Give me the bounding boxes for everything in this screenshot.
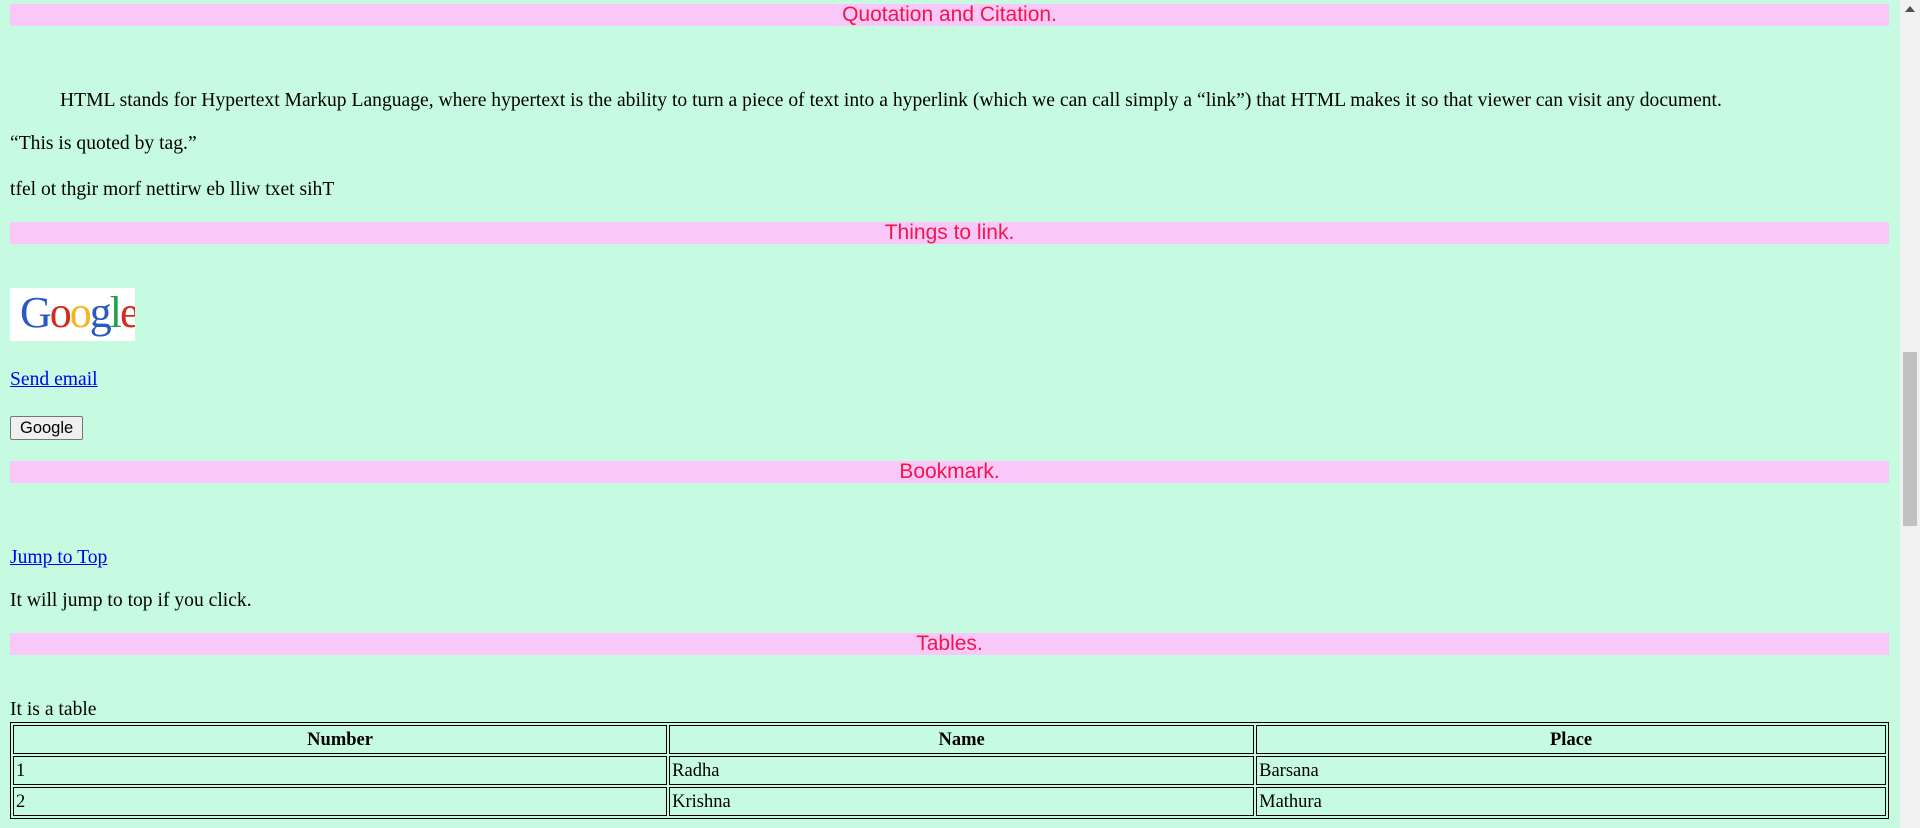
table-cell-number: 2 [13,787,668,816]
data-table: Number Name Place 1 Radha Barsana 2 Kris… [10,722,1889,819]
heading-bookmark: Bookmark. [10,461,1889,483]
bidirectional-text: tfel ot thgir morf nettirw eb lliw txet … [10,179,335,200]
quoted-text: “This is quoted by tag.” [10,133,197,154]
table-cell-place: Barsana [1256,756,1886,785]
send-email-link[interactable]: Send email [10,368,98,392]
page-content: Quotation and Citation. HTML stands for … [10,0,1889,828]
vertical-scrollbar[interactable] [1900,0,1920,828]
table-cell-number: 1 [13,756,668,785]
table-row: 2 Krishna Mathura [13,787,1886,816]
scroll-up-button[interactable] [1900,0,1920,17]
scrollbar-thumb[interactable] [1903,352,1917,526]
google-button[interactable]: Google [10,416,84,440]
triangle-up-icon [1905,5,1915,12]
table-row: 1 Radha Barsana [13,756,1886,785]
heading-quotation: Quotation and Citation. [10,4,1889,26]
heading-things-to-link: Things to link. [10,222,1889,244]
google-logo-link[interactable]: Google [10,288,135,341]
table-cell-name: Radha [669,756,1255,785]
table-caption: It is a table [10,699,97,720]
column-header-place: Place [1256,725,1886,754]
column-header-number: Number [13,725,668,754]
svg-text:Google: Google [20,288,135,337]
heading-tables: Tables. [10,633,1889,655]
google-logo-icon: Google [20,288,135,337]
jump-to-top-link[interactable]: Jump to Top [10,546,107,570]
table-header-row: Number Name Place [13,725,1886,754]
jump-note: It will jump to top if you click. [10,590,252,611]
hypertext-paragraph: HTML stands for Hypertext Markup Languag… [60,90,1722,111]
table-cell-name: Krishna [669,787,1255,816]
column-header-name: Name [669,725,1255,754]
table-cell-place: Mathura [1256,787,1886,816]
